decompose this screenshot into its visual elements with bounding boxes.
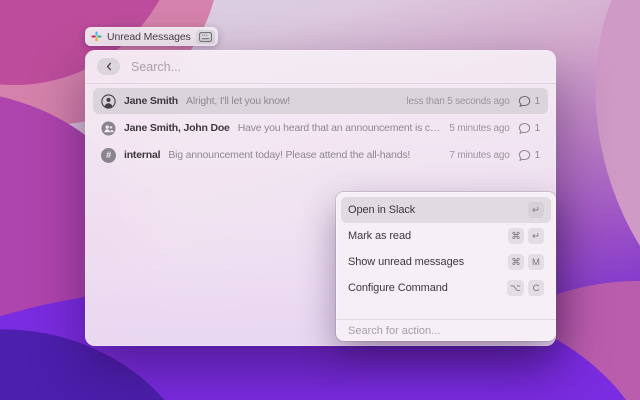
menu-item-open-in-slack[interactable]: Open in Slack ↵ (341, 197, 551, 223)
letter-key-badge: C (528, 280, 544, 296)
action-search-input[interactable] (336, 320, 556, 341)
message-time: 7 minutes ago (449, 150, 509, 161)
command-key-badge: ⌘ (508, 254, 524, 270)
letter-key-badge: M (528, 254, 544, 270)
message-preview: Have you heard that an announcement is c… (238, 122, 442, 134)
message-row[interactable]: # internal Big announcement today! Pleas… (93, 142, 548, 168)
command-tooltip: Unread Messages (85, 27, 218, 46)
message-time: less than 5 seconds ago (406, 96, 509, 107)
message-title: Jane Smith, John Doe (124, 122, 230, 134)
action-menu: Open in Slack ↵ Mark as read ⌘ ↵ Show un… (336, 192, 556, 306)
option-key-badge: ⌥ (507, 280, 524, 296)
reply-count: 1 (535, 123, 540, 134)
command-key-badge: ⌘ (508, 228, 524, 244)
menu-item-mark-as-read[interactable]: Mark as read ⌘ ↵ (341, 223, 551, 249)
person-circle-icon (101, 94, 116, 109)
action-panel: Open in Slack ↵ Mark as read ⌘ ↵ Show un… (336, 192, 556, 341)
message-title: internal (124, 149, 160, 161)
reply-count: 1 (535, 96, 540, 107)
return-key-badge: ↵ (528, 228, 544, 244)
menu-item-configure-command[interactable]: Configure Command ⌥ C (341, 275, 551, 301)
slack-icon (91, 31, 102, 42)
message-time: 5 minutes ago (449, 123, 509, 134)
message-preview: Big announcement today! Please attend th… (168, 149, 441, 161)
reply-bubble-icon (518, 95, 531, 108)
return-key-badge: ↵ (528, 202, 544, 218)
keyboard-icon (196, 30, 215, 44)
message-row[interactable]: Jane Smith Alright, I'll let you know! l… (93, 88, 548, 114)
message-meta: less than 5 seconds ago 1 (406, 95, 540, 108)
message-meta: 7 minutes ago 1 (449, 149, 540, 162)
search-input[interactable] (131, 60, 544, 74)
people-circle-icon (101, 121, 116, 136)
chevron-left-icon (103, 60, 115, 73)
channel-hash-icon: # (101, 148, 116, 163)
back-button[interactable] (97, 58, 120, 75)
reply-bubble-icon (518, 122, 531, 135)
reply-bubble-icon (518, 149, 531, 162)
message-row[interactable]: Jane Smith, John Doe Have you heard that… (93, 115, 548, 141)
search-bar (85, 50, 556, 83)
desktop: Unread Messages (0, 0, 640, 400)
message-preview: Alright, I'll let you know! (186, 95, 398, 107)
reply-count: 1 (535, 150, 540, 161)
menu-item-show-unread-messages[interactable]: Show unread messages ⌘ M (341, 249, 551, 275)
action-panel-footer (336, 319, 556, 341)
message-list: Jane Smith Alright, I'll let you know! l… (85, 84, 556, 168)
message-meta: 5 minutes ago 1 (449, 122, 540, 135)
command-tooltip-label: Unread Messages (107, 31, 191, 43)
message-title: Jane Smith (124, 95, 178, 107)
